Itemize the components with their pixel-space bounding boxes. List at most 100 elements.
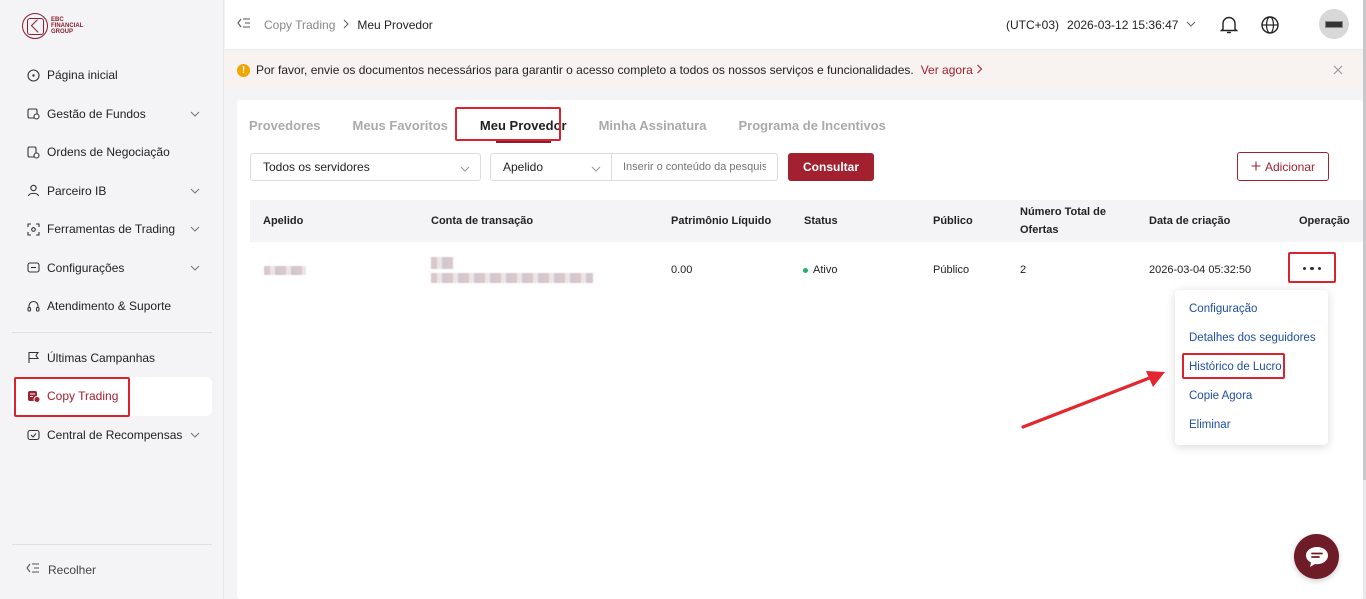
operations-dropdown: Configuração Detalhes dos seguidores His… [1175, 290, 1328, 445]
chevron-down-icon [190, 262, 200, 276]
bell-icon[interactable] [1219, 15, 1239, 38]
sidebar-item-central-recompensas[interactable]: Central de Recompensas [12, 416, 212, 455]
sidebar-item-label: Central de Recompensas [47, 427, 183, 442]
sidebar-menu: Página inicial Gestão de Fundos Ordens d… [12, 56, 212, 454]
menu-item-configuracao[interactable]: Configuração [1175, 294, 1328, 323]
chat-button[interactable] [1294, 534, 1339, 579]
col-publico: Público [933, 215, 973, 227]
tab-bar: Provedores Meus Favoritos Meu Provedor M… [249, 110, 918, 143]
menu-divider [12, 331, 212, 333]
more-options-icon[interactable] [1288, 253, 1336, 284]
field-select-value: Apelido [503, 160, 544, 174]
sidebar-item-atendimento[interactable]: Atendimento & Suporte [12, 287, 212, 326]
avatar-image [1325, 21, 1343, 28]
nickname-redacted [264, 242, 306, 298]
col-ofertas: Número Total de Ofertas [1020, 206, 1106, 236]
add-button-label: Adicionar [1264, 159, 1316, 174]
chevron-down-icon [1186, 18, 1196, 32]
sidebar-item-gestao-fundos[interactable]: Gestão de Fundos [12, 95, 212, 134]
tab-programa-incentivos[interactable]: Programa de Incentivos [738, 110, 885, 141]
status-badge: Ativo [803, 242, 837, 298]
menu-item-historico-lucro[interactable]: Histórico de Lucro [1175, 352, 1328, 381]
documents-notice: ! Por favor, envie os documentos necessá… [225, 52, 1363, 88]
sidebar-item-label: Gestão de Fundos [47, 106, 146, 121]
sidebar-item-parceiro-ib[interactable]: Parceiro IB [12, 172, 212, 211]
chat-bubble-icon [1305, 546, 1328, 567]
notice-link[interactable]: Ver agora [921, 63, 983, 77]
tab-minha-assinatura[interactable]: Minha Assinatura [599, 110, 707, 141]
account-redacted [431, 242, 593, 298]
table-header: Apelido Conta de transação Patrimônio Lí… [250, 200, 1363, 242]
tools-icon [26, 222, 40, 236]
timezone-label: (UTC+03) [1006, 18, 1060, 32]
sidebar-item-configuracoes[interactable]: Configurações [12, 249, 212, 288]
breadcrumb-current: Meu Provedor [357, 18, 433, 32]
add-button[interactable]: Adicionar [1237, 152, 1329, 181]
notice-text: Por favor, envie os documentos necessári… [256, 63, 914, 77]
sidebar-item-label: Parceiro IB [47, 183, 107, 198]
chevron-down-icon [190, 185, 200, 199]
close-icon[interactable] [1333, 62, 1343, 78]
menu-item-eliminar[interactable]: Eliminar [1175, 410, 1328, 439]
status-label: Ativo [813, 264, 838, 276]
field-select[interactable]: Apelido [490, 153, 612, 181]
sidebar-item-label: Atendimento & Suporte [47, 299, 172, 314]
tab-meu-provedor[interactable]: Meu Provedor [480, 110, 567, 143]
copy-trading-icon [26, 389, 40, 403]
collapse-sidebar-button[interactable]: Recolher [12, 544, 212, 594]
funds-icon [26, 107, 40, 121]
sidebar-item-label: Últimas Campanhas [47, 350, 156, 365]
menu-item-detalhes-seguidores[interactable]: Detalhes dos seguidores [1175, 323, 1328, 352]
home-icon [26, 68, 40, 82]
logo-text: EBC FINANCIAL GROUP [51, 17, 84, 35]
tab-provedores[interactable]: Provedores [249, 110, 321, 141]
consultar-button[interactable]: Consultar [788, 153, 875, 181]
sidebar-item-ultimas-campanhas[interactable]: Últimas Campanhas [12, 339, 212, 378]
col-conta: Conta de transação [431, 215, 534, 227]
breadcrumb-chevron-icon [342, 18, 350, 32]
breadcrumb-parent[interactable]: Copy Trading [264, 18, 335, 32]
chevron-down-icon [591, 163, 601, 177]
top-header: Copy Trading Meu Provedor (UTC+03) 2026-… [225, 0, 1366, 50]
warning-icon: ! [237, 63, 250, 77]
chevron-down-icon [190, 223, 200, 237]
timezone-selector[interactable]: (UTC+03) 2026-03-12 15:36:47 [1006, 18, 1196, 32]
avatar[interactable] [1319, 9, 1349, 39]
breadcrumb: Copy Trading Meu Provedor [264, 18, 433, 32]
ebc-logo[interactable]: EBC FINANCIAL GROUP [22, 13, 85, 39]
status-dot-icon [803, 267, 808, 273]
sidebar-item-label: Copy Trading [47, 389, 119, 404]
menu-item-copie-agora[interactable]: Copie Agora [1175, 381, 1328, 410]
tab-meus-favoritos[interactable]: Meus Favoritos [353, 110, 448, 141]
collapse-label: Recolher [48, 562, 97, 577]
server-select[interactable]: Todos os servidores [250, 153, 481, 181]
logo-mark-icon [22, 13, 48, 39]
filter-bar: Todos os servidores Apelido Consultar [250, 153, 875, 181]
notice-link-label: Ver agora [920, 63, 973, 77]
sidebar-item-copy-trading[interactable]: Copy Trading [12, 377, 212, 416]
sidebar-item-ordens[interactable]: Ordens de Negociação [12, 133, 212, 172]
chevron-right-icon [977, 64, 983, 74]
orders-icon [26, 145, 40, 159]
sidebar-item-label: Configurações [47, 260, 125, 275]
equity-value: 0.00 [671, 264, 693, 276]
rewards-icon [26, 428, 40, 442]
col-status: Status [804, 215, 838, 227]
col-data-criacao: Data de criação [1149, 215, 1231, 227]
public-value: Público [933, 264, 970, 276]
search-input[interactable] [612, 153, 778, 181]
server-select-value: Todos os servidores [263, 160, 370, 174]
collapse-icon [26, 562, 40, 577]
settings-icon [26, 261, 40, 275]
sidebar-item-ferramentas[interactable]: Ferramentas de Trading [12, 210, 212, 249]
col-patrimonio: Patrimônio Líquido [671, 215, 772, 227]
globe-icon[interactable] [1260, 15, 1280, 38]
sidebar-item-pagina-inicial[interactable]: Página inicial [12, 56, 212, 95]
headset-icon [26, 299, 40, 313]
partner-icon [26, 184, 40, 198]
flag-icon [26, 351, 40, 365]
collapse-menu-icon[interactable] [237, 17, 251, 32]
plus-icon [1251, 160, 1261, 174]
chevron-down-icon [190, 108, 200, 122]
col-operacao: Operação [1299, 215, 1350, 227]
